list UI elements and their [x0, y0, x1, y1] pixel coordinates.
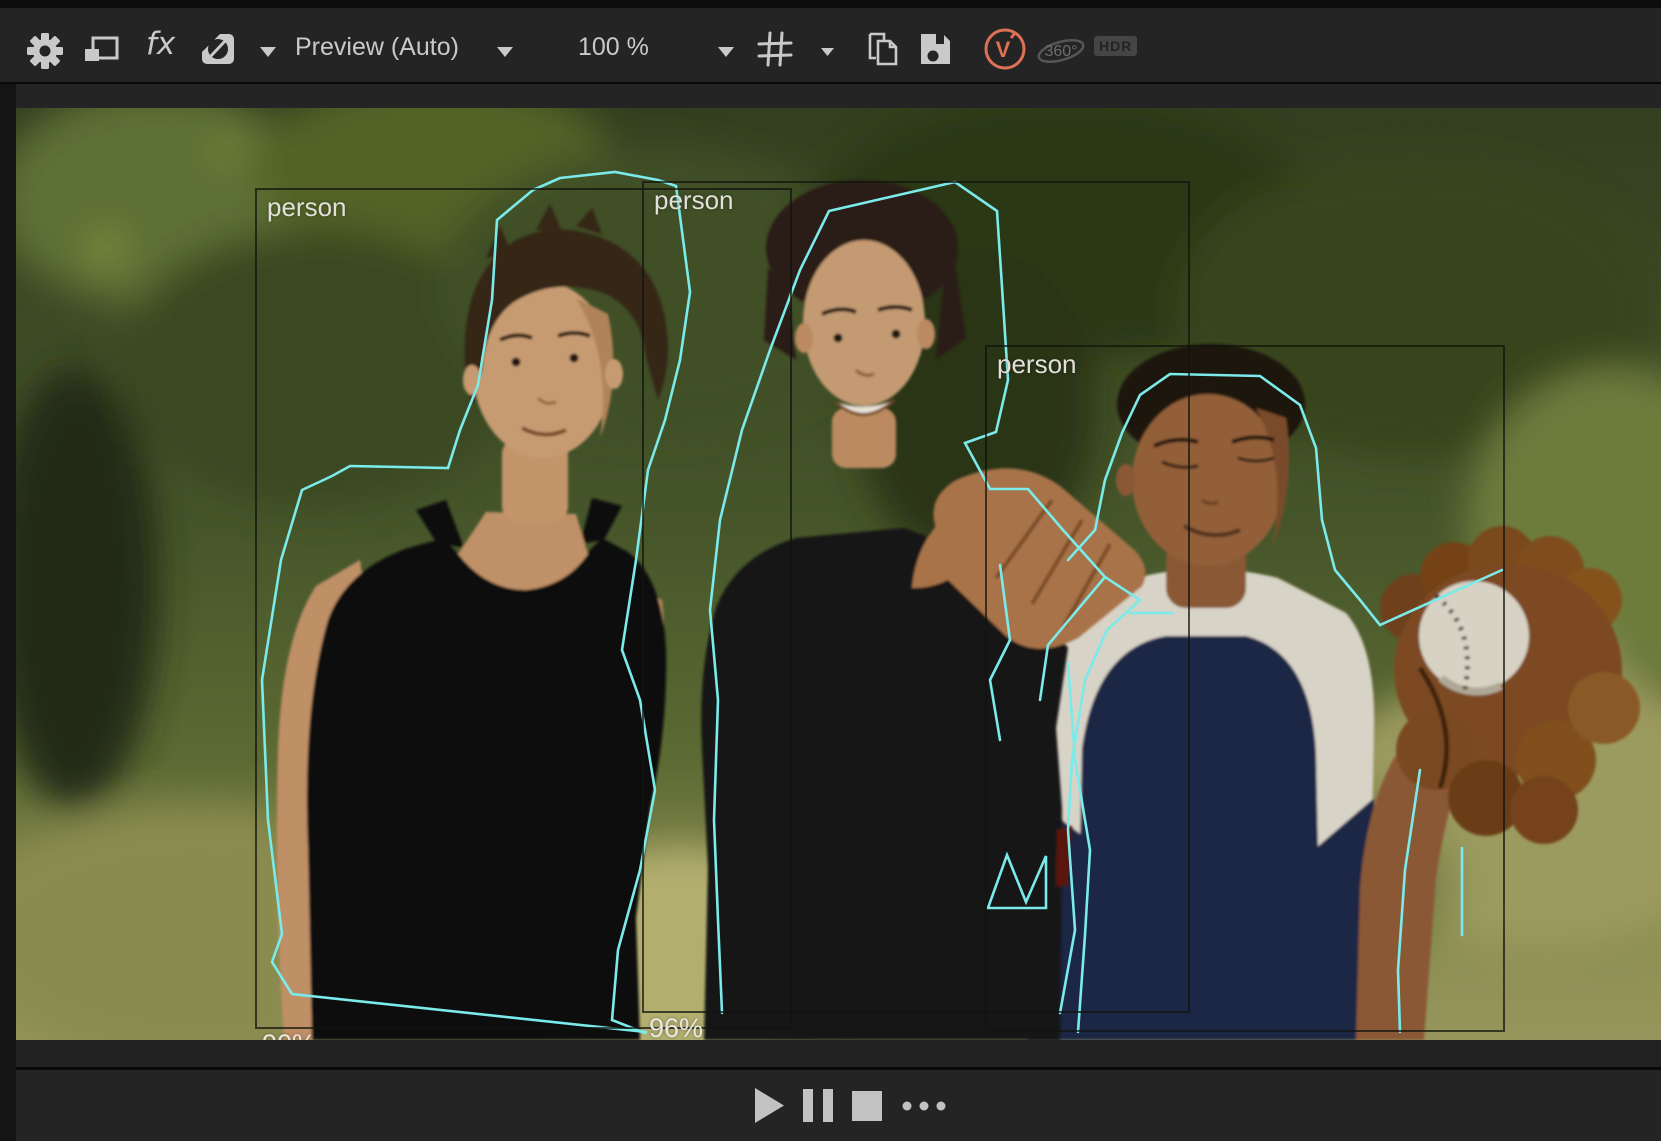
transport-bar — [0, 1070, 1661, 1141]
video-preview-window: fx Preview (Auto) 100 % — [0, 0, 1661, 1141]
snapshot-copy-icon[interactable] — [864, 30, 902, 68]
pause-button[interactable] — [803, 1089, 833, 1122]
detection-label: person — [267, 193, 347, 222]
effects-fx-icon[interactable]: fx — [146, 26, 175, 62]
save-frame-icon[interactable] — [916, 30, 954, 68]
zoom-dropdown-arrow[interactable] — [718, 47, 734, 57]
view-360-icon[interactable]: 360° — [1034, 29, 1090, 71]
preview-mode-selector[interactable]: Preview (Auto) — [295, 33, 459, 62]
svg-text:360°: 360° — [1044, 43, 1077, 60]
stop-button[interactable] — [852, 1091, 882, 1121]
viewer-bottom-strip — [0, 1040, 1661, 1067]
preview-mode-dropdown-arrow[interactable] — [497, 47, 513, 57]
grid-dropdown-arrow[interactable] — [821, 48, 834, 56]
detection-label: person — [997, 350, 1077, 379]
mask-icon[interactable] — [200, 32, 236, 66]
detection-confidence: 90% — [262, 1029, 316, 1040]
hdr-toggle-icon[interactable]: HDR — [1094, 36, 1137, 56]
detection-box-person-3[interactable]: person — [985, 345, 1505, 1032]
settings-gear-icon[interactable] — [26, 32, 64, 70]
play-button[interactable] — [755, 1088, 784, 1123]
grid-overlay-icon[interactable] — [756, 30, 794, 68]
detection-confidence: 96% — [649, 1013, 703, 1040]
window-top-edge — [0, 0, 1661, 8]
preview-toolbar: fx Preview (Auto) 100 % — [0, 8, 1661, 82]
viewer-left-edge — [0, 84, 16, 1141]
video-preview-frame[interactable]: person 90% person 96% person — [16, 108, 1661, 1040]
zoom-level-value[interactable]: 100 % — [578, 33, 649, 62]
more-options-button[interactable] — [901, 1100, 947, 1112]
svg-text:V: V — [996, 37, 1011, 62]
layers-icon[interactable] — [82, 35, 120, 67]
v-badge-icon[interactable]: V — [982, 26, 1028, 72]
detection-label: person — [654, 186, 734, 215]
viewer-top-gap — [0, 84, 1661, 108]
view-mode-dropdown-arrow[interactable] — [260, 47, 276, 57]
